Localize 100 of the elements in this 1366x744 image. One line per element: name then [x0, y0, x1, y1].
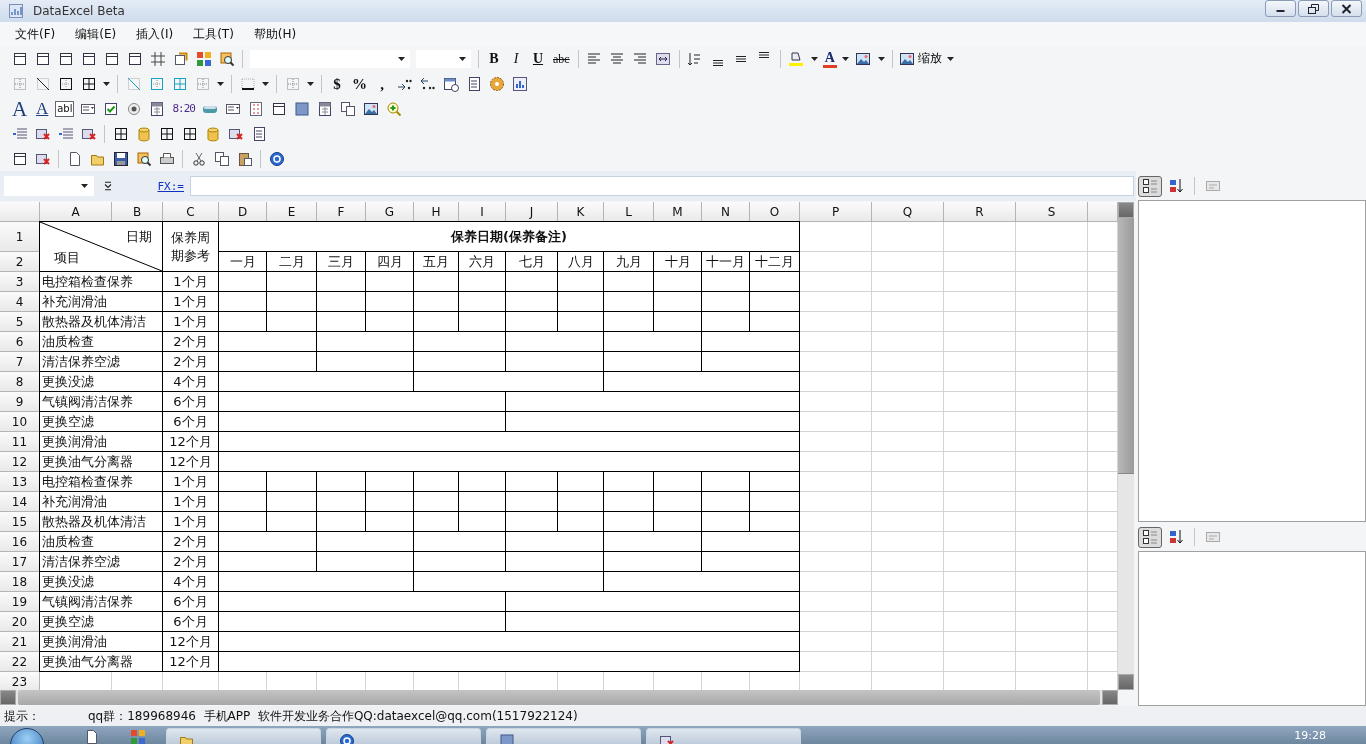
table-cell[interactable] — [506, 332, 604, 352]
align-right-icon[interactable] — [632, 50, 649, 67]
table-cell[interactable] — [604, 312, 654, 332]
align-left-icon[interactable] — [586, 50, 603, 67]
table-cell[interactable] — [506, 492, 558, 512]
table-cell[interactable] — [317, 492, 366, 512]
dropdown-field[interactable] — [416, 49, 471, 68]
table-cell[interactable] — [506, 272, 558, 292]
caret-icon[interactable] — [946, 56, 954, 61]
table-cell[interactable] — [414, 472, 459, 492]
table-cell[interactable] — [414, 572, 604, 592]
table-cell[interactable] — [654, 492, 702, 512]
column-header[interactable]: L — [604, 202, 654, 222]
row-header[interactable]: 12 — [0, 452, 40, 472]
table-cell[interactable] — [267, 512, 317, 532]
table-cell[interactable] — [506, 472, 558, 492]
caret-icon[interactable] — [103, 81, 110, 86]
table-cell[interactable] — [267, 312, 317, 332]
table-cell[interactable] — [219, 392, 506, 412]
menu-item[interactable]: 工具(T) — [183, 25, 244, 43]
table-cell[interactable] — [604, 532, 702, 552]
help-icon[interactable] — [268, 150, 285, 167]
table-cell[interactable] — [558, 292, 604, 312]
menu-item[interactable]: 插入(I) — [126, 25, 184, 43]
row-header[interactable]: 19 — [0, 592, 40, 612]
column-header[interactable]: P — [800, 202, 872, 222]
table-cell[interactable] — [219, 652, 800, 672]
table-icon[interactable] — [158, 125, 175, 142]
table-cell[interactable] — [219, 372, 414, 392]
table-cell[interactable] — [366, 512, 414, 532]
table-cell[interactable] — [459, 472, 506, 492]
close-button[interactable] — [1331, 0, 1362, 17]
table-cell[interactable] — [317, 332, 414, 352]
table-cell[interactable] — [654, 512, 702, 532]
gear-icon[interactable] — [488, 75, 505, 92]
table-cell[interactable] — [604, 472, 654, 492]
column-header[interactable]: G — [366, 202, 414, 222]
table-cell[interactable] — [654, 312, 702, 332]
table-cell[interactable] — [267, 292, 317, 312]
table-cell[interactable] — [219, 352, 317, 372]
table-cell[interactable] — [604, 272, 654, 292]
table-cell[interactable] — [317, 352, 414, 372]
table-cell[interactable] — [267, 472, 317, 492]
table-cell[interactable] — [604, 292, 654, 312]
frame-icon[interactable] — [126, 50, 143, 67]
calculator-icon[interactable] — [317, 100, 334, 117]
cell-icon[interactable] — [57, 75, 74, 92]
table-cell[interactable] — [604, 372, 800, 392]
scrollbar-thumb[interactable] — [18, 690, 1100, 705]
table-cell[interactable] — [414, 312, 459, 332]
caret-icon[interactable] — [307, 81, 314, 86]
table-cell[interactable] — [702, 472, 750, 492]
row-header[interactable]: 21 — [0, 632, 40, 652]
table-cell[interactable] — [414, 372, 604, 392]
frame-icon[interactable] — [271, 100, 288, 117]
table-cell[interactable] — [506, 292, 558, 312]
row-header[interactable]: 20 — [0, 612, 40, 632]
column-header[interactable]: J — [506, 202, 558, 222]
table-cell[interactable] — [219, 492, 267, 512]
text-button[interactable]: A — [10, 98, 30, 119]
table-cell[interactable] — [219, 412, 506, 432]
paint-bucket-icon[interactable] — [788, 50, 805, 67]
table-cell[interactable] — [414, 352, 506, 372]
row-header[interactable]: 4 — [0, 292, 40, 312]
bottom-border-icon[interactable] — [239, 75, 256, 92]
table-cell[interactable] — [414, 512, 459, 532]
table-cell[interactable] — [604, 552, 702, 572]
arrow-icon[interactable] — [419, 75, 436, 92]
table-cell[interactable] — [219, 332, 317, 352]
row-header[interactable]: 9 — [0, 392, 40, 412]
table-cell[interactable] — [317, 552, 414, 572]
table-cell[interactable] — [604, 512, 654, 532]
frame-icon[interactable] — [34, 50, 51, 67]
zoom-button[interactable]: 缩放 — [896, 50, 944, 67]
table-cell[interactable] — [654, 292, 702, 312]
table-cell[interactable] — [459, 292, 506, 312]
format-button[interactable]: % — [350, 73, 369, 94]
table-cell[interactable] — [414, 532, 506, 552]
dotted-square-icon[interactable] — [284, 75, 301, 92]
table-cell[interactable] — [317, 312, 366, 332]
font-color-button[interactable]: A — [822, 49, 837, 68]
restore-button[interactable] — [1298, 0, 1329, 17]
table-cell[interactable] — [558, 312, 604, 332]
formula-field[interactable] — [190, 176, 1134, 196]
column-header[interactable]: C — [163, 202, 219, 222]
table-cell[interactable] — [219, 532, 317, 552]
table-cell[interactable] — [506, 532, 604, 552]
row-header[interactable]: 14 — [0, 492, 40, 512]
align-center-icon[interactable] — [609, 50, 626, 67]
table-cell[interactable] — [317, 512, 366, 532]
table-cell[interactable] — [317, 532, 414, 552]
table-cell[interactable] — [366, 292, 414, 312]
column-header[interactable]: S — [1016, 202, 1088, 222]
frame-icon[interactable] — [57, 50, 74, 67]
row-header[interactable]: 11 — [0, 432, 40, 452]
cell-icon[interactable] — [148, 75, 165, 92]
table-cell[interactable] — [506, 412, 800, 432]
table-cell[interactable] — [702, 292, 750, 312]
row-header[interactable]: 3 — [0, 272, 40, 292]
table-cell[interactable] — [604, 332, 702, 352]
